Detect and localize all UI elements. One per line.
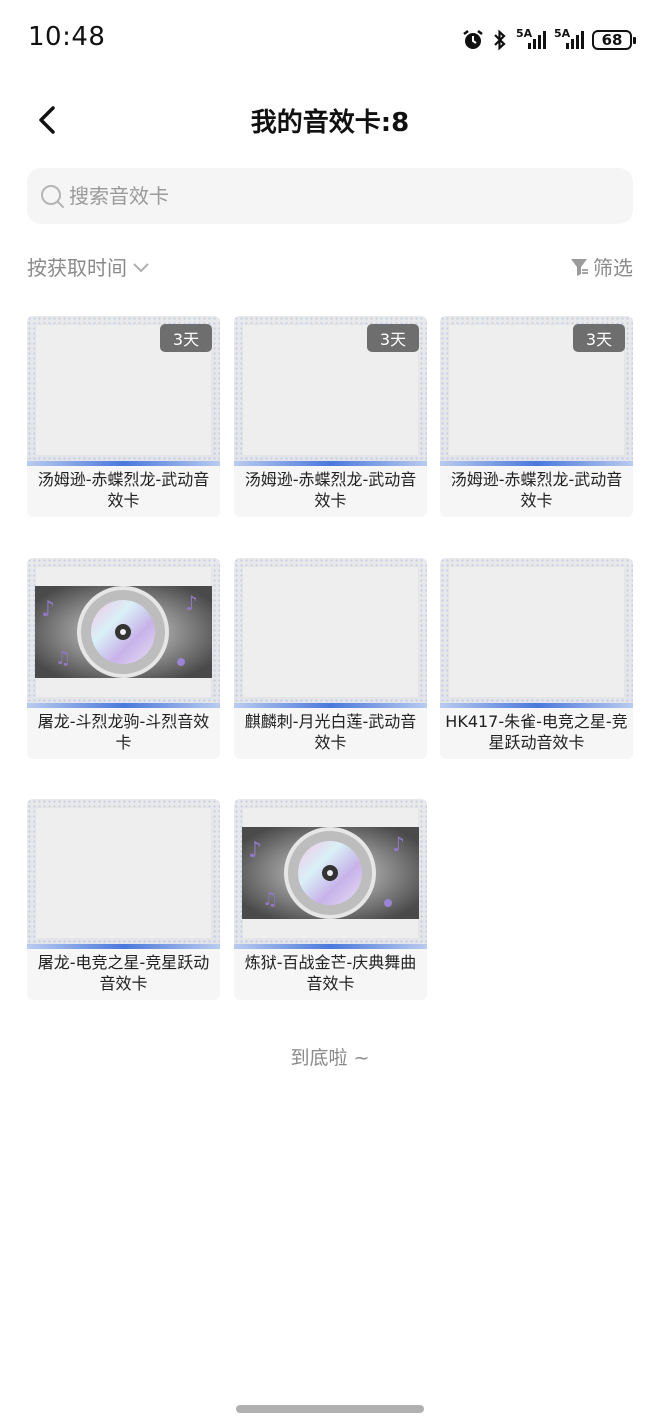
thumbnail-accent-line bbox=[27, 703, 220, 708]
svg-text:♫: ♫ bbox=[55, 648, 71, 669]
sort-label: 按获取时间 bbox=[27, 256, 127, 280]
page-title: 我的音效卡:8 bbox=[250, 108, 410, 138]
card-thumbnail bbox=[440, 558, 633, 708]
card-name: 汤姆逊-赤蝶烈龙-武动音效卡 bbox=[244, 470, 417, 510]
filter-button[interactable]: 筛选 bbox=[569, 252, 633, 281]
thumbnail-accent-line bbox=[234, 461, 427, 466]
card-thumbnail: 3天 bbox=[234, 316, 427, 466]
card-name: 汤姆逊-赤蝶烈龙-武动音效卡 bbox=[450, 470, 623, 510]
sound-card[interactable]: 麒麟刺-月光白莲-武动音效卡 bbox=[234, 558, 427, 759]
sound-card[interactable]: 3天 汤姆逊-赤蝶烈龙-武动音效卡 bbox=[440, 316, 633, 517]
signal-2-icon: 5A bbox=[554, 27, 584, 51]
svg-text:♫: ♫ bbox=[262, 889, 278, 910]
search-box[interactable] bbox=[27, 168, 633, 224]
card-thumbnail: ♪ ♫ ♪ bbox=[234, 799, 427, 949]
status-icons: 5A 5A 68 bbox=[462, 26, 636, 54]
chevron-down-icon bbox=[133, 262, 149, 272]
sound-card[interactable]: ♪ ♫ ♪ 屠龙-斗烈龙驹-斗烈音效卡 bbox=[27, 558, 220, 759]
bluetooth-icon bbox=[492, 29, 508, 51]
filter-label: 筛选 bbox=[593, 256, 633, 280]
end-of-list-text: 到底啦 ~ bbox=[290, 1047, 370, 1069]
sound-card[interactable]: 3天 汤姆逊-赤蝶烈龙-武动音效卡 bbox=[234, 316, 427, 517]
card-thumbnail bbox=[234, 558, 427, 708]
status-time: 10:48 bbox=[28, 22, 106, 52]
duration-badge: 3天 bbox=[573, 324, 625, 352]
filter-icon bbox=[571, 258, 588, 276]
thumbnail-accent-line bbox=[234, 944, 427, 949]
sort-dropdown[interactable]: 按获取时间 bbox=[27, 252, 151, 281]
sound-card[interactable]: HK417-朱雀-电竞之星-竞星跃动音效卡 bbox=[440, 558, 633, 759]
card-thumbnail: 3天 bbox=[27, 316, 220, 466]
sound-card[interactable]: ♪ ♫ ♪ 炼狱-百战金芒-庆典舞曲音效卡 bbox=[234, 799, 427, 1000]
duration-badge: 3天 bbox=[160, 324, 212, 352]
disc-artwork-icon: ♪ ♫ ♪ bbox=[242, 827, 419, 919]
card-name: 麒麟刺-月光白莲-武动音效卡 bbox=[244, 712, 417, 752]
signal-1-icon: 5A bbox=[516, 27, 546, 51]
card-name: 屠龙-电竞之星-竞星跃动音效卡 bbox=[37, 953, 210, 993]
card-name: HK417-朱雀-电竞之星-竞星跃动音效卡 bbox=[445, 712, 628, 752]
search-icon bbox=[41, 185, 64, 208]
thumbnail-frame bbox=[448, 566, 625, 698]
battery-indicator: 68 bbox=[592, 30, 636, 50]
svg-text:♪: ♪ bbox=[185, 591, 198, 615]
thumbnail-accent-line bbox=[440, 461, 633, 466]
thumbnail-accent-line bbox=[27, 461, 220, 466]
svg-text:♪: ♪ bbox=[248, 838, 262, 863]
sound-card[interactable]: 屠龙-电竞之星-竞星跃动音效卡 bbox=[27, 799, 220, 1000]
disc-artwork-icon: ♪ ♫ ♪ bbox=[35, 586, 212, 678]
card-name: 屠龙-斗烈龙驹-斗烈音效卡 bbox=[37, 712, 210, 752]
duration-badge: 3天 bbox=[367, 324, 419, 352]
thumbnail-accent-line bbox=[27, 944, 220, 949]
thumbnail-frame bbox=[35, 807, 212, 939]
card-thumbnail: ♪ ♫ ♪ bbox=[27, 558, 220, 708]
card-thumbnail: 3天 bbox=[440, 316, 633, 466]
home-indicator[interactable] bbox=[236, 1405, 424, 1413]
svg-text:♪: ♪ bbox=[392, 832, 405, 856]
sound-card[interactable]: 3天 汤姆逊-赤蝶烈龙-武动音效卡 bbox=[27, 316, 220, 517]
svg-text:♪: ♪ bbox=[41, 597, 55, 622]
card-name: 炼狱-百战金芒-庆典舞曲音效卡 bbox=[244, 953, 417, 993]
card-name: 汤姆逊-赤蝶烈龙-武动音效卡 bbox=[37, 470, 210, 510]
thumbnail-accent-line bbox=[234, 703, 427, 708]
thumbnail-frame bbox=[242, 566, 419, 698]
sort-filter-row: 按获取时间 筛选 bbox=[27, 252, 633, 282]
alarm-icon bbox=[462, 29, 484, 51]
thumbnail-accent-line bbox=[440, 703, 633, 708]
header: 我的音效卡:8 bbox=[0, 88, 660, 154]
search-input[interactable] bbox=[69, 168, 609, 224]
status-bar: 10:48 5A 5A 68 bbox=[0, 0, 660, 80]
card-thumbnail bbox=[27, 799, 220, 949]
